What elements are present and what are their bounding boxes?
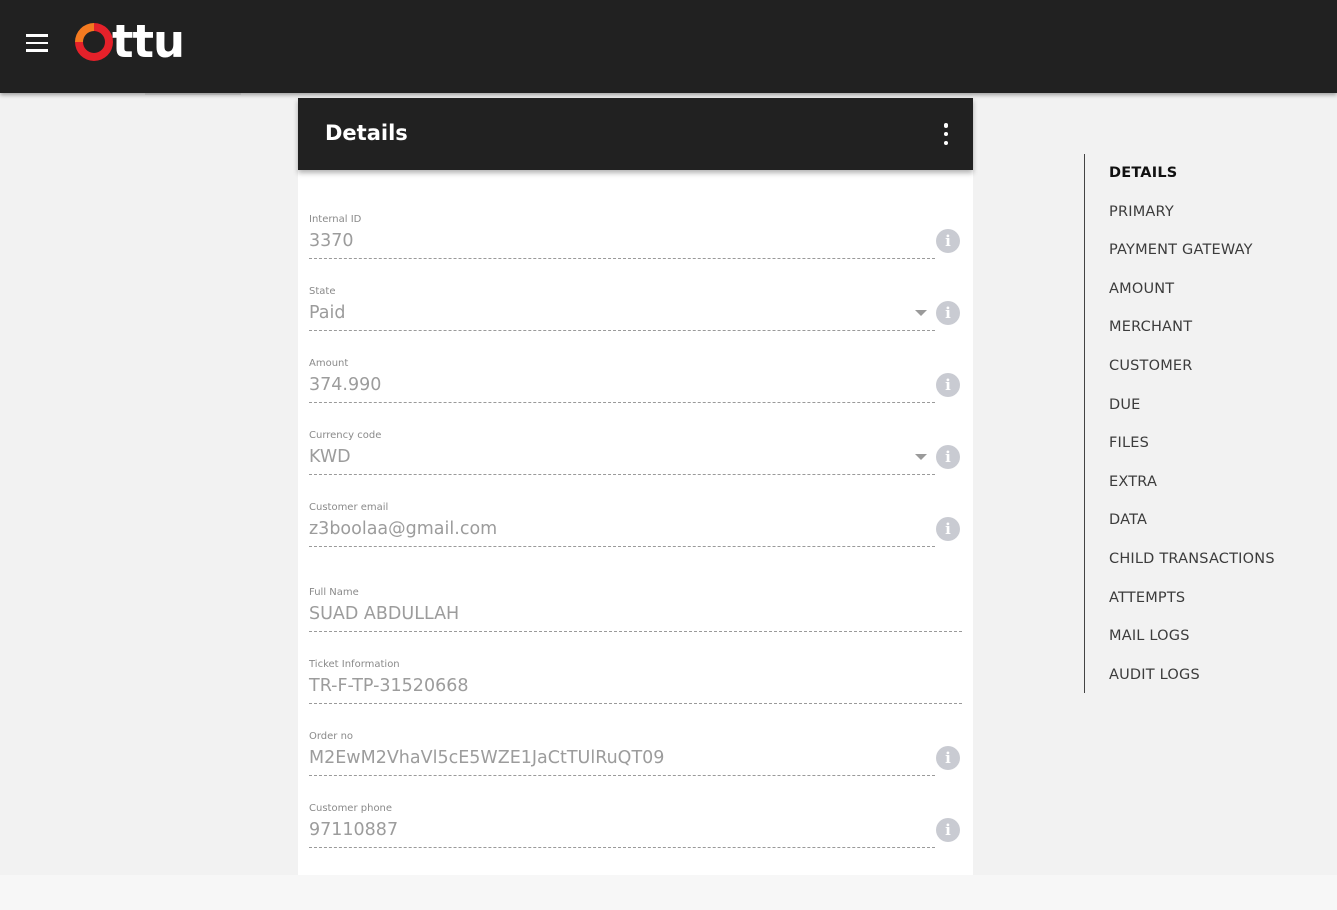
info-icon[interactable]: i bbox=[936, 517, 960, 541]
nav-item-files[interactable]: FILES bbox=[1109, 433, 1149, 453]
nav-item-payment-gateway[interactable]: PAYMENT GATEWAY bbox=[1109, 240, 1253, 260]
input-value[interactable]: M2EwM2VhaVl5cE5WZE1JaCtTUlRuQT09 bbox=[309, 745, 664, 771]
nav-item-primary[interactable]: PRIMARY bbox=[1109, 202, 1174, 222]
field-label: Order no bbox=[309, 731, 354, 742]
form-field: State Paid i bbox=[309, 286, 962, 348]
form-field: Internal ID 3370 i bbox=[309, 214, 962, 276]
field-label: Customer phone bbox=[309, 803, 393, 814]
field-underline bbox=[309, 402, 935, 403]
input-value[interactable]: 3370 bbox=[309, 228, 354, 254]
field-underline bbox=[309, 847, 935, 848]
input-value[interactable]: 374.990 bbox=[309, 372, 381, 398]
field-underline bbox=[309, 546, 935, 547]
nav-item-details[interactable]: DETAILS bbox=[1109, 163, 1177, 183]
nav-item-mail-logs[interactable]: MAIL LOGS bbox=[1109, 626, 1190, 646]
info-icon[interactable]: i bbox=[936, 445, 960, 469]
select-value[interactable]: Paid bbox=[309, 300, 345, 326]
nav-item-extra[interactable]: EXTRA bbox=[1109, 472, 1157, 492]
top-app-bar: ttu bbox=[0, 0, 1337, 93]
field-label: Amount bbox=[309, 358, 349, 369]
field-underline bbox=[309, 330, 935, 331]
caret-down-icon[interactable] bbox=[915, 310, 927, 316]
form-field: Customer email z3boolaa@gmail.com i bbox=[309, 502, 962, 564]
form-field: Full Name SUAD ABDULLAH bbox=[309, 587, 962, 649]
nav-item-customer[interactable]: CUSTOMER bbox=[1109, 356, 1193, 376]
card-header: Details bbox=[298, 98, 973, 170]
input-value[interactable]: SUAD ABDULLAH bbox=[309, 601, 459, 627]
form-field: Currency code KWD i bbox=[309, 430, 962, 492]
field-label: Internal ID bbox=[309, 214, 362, 225]
field-label: State bbox=[309, 286, 336, 297]
select-value[interactable]: KWD bbox=[309, 444, 351, 470]
caret-down-icon[interactable] bbox=[915, 454, 927, 460]
form-field: Order no M2EwM2VhaVl5cE5WZE1JaCtTUlRuQT09… bbox=[309, 731, 962, 793]
input-value[interactable]: TR-F-TP-31520668 bbox=[309, 673, 468, 699]
field-underline bbox=[309, 703, 962, 704]
more-vertical-icon[interactable] bbox=[939, 123, 953, 145]
nav-item-data[interactable]: DATA bbox=[1109, 510, 1147, 530]
info-icon[interactable]: i bbox=[936, 301, 960, 325]
ottu-logo[interactable]: ttu bbox=[74, 18, 204, 66]
field-label: Customer email bbox=[309, 502, 389, 513]
info-icon[interactable]: i bbox=[936, 373, 960, 397]
input-value[interactable]: 97110887 bbox=[309, 817, 398, 843]
details-card: Details Internal ID 3370 i State Paid i Amount… bbox=[298, 98, 973, 875]
nav-item-audit-logs[interactable]: AUDIT LOGS bbox=[1109, 665, 1200, 685]
form-field: Amount 374.990 i bbox=[309, 358, 962, 420]
info-icon[interactable]: i bbox=[936, 746, 960, 770]
nav-item-attempts[interactable]: ATTEMPTS bbox=[1109, 588, 1185, 608]
section-nav: DETAILS PRIMARY PAYMENT GATEWAY AMOUNT MERCH… bbox=[1084, 154, 1314, 693]
info-icon[interactable]: i bbox=[936, 229, 960, 253]
input-value[interactable]: z3boolaa@gmail.com bbox=[309, 516, 497, 542]
field-underline bbox=[309, 474, 935, 475]
nav-item-child-transactions[interactable]: CHILD TRANSACTIONS bbox=[1109, 549, 1275, 569]
field-underline bbox=[309, 258, 935, 259]
field-underline bbox=[309, 631, 962, 632]
card-title: Details bbox=[325, 121, 408, 145]
field-label: Full Name bbox=[309, 587, 359, 598]
form-field: Customer phone 97110887 i bbox=[309, 803, 962, 865]
nav-item-merchant[interactable]: MERCHANT bbox=[1109, 317, 1192, 337]
form-field: Ticket Information TR-F-TP-31520668 bbox=[309, 659, 962, 721]
field-label: Currency code bbox=[309, 430, 382, 441]
info-icon[interactable]: i bbox=[936, 818, 960, 842]
nav-item-due[interactable]: DUE bbox=[1109, 395, 1141, 415]
nav-item-amount[interactable]: AMOUNT bbox=[1109, 279, 1174, 299]
field-underline bbox=[309, 775, 935, 776]
field-label: Ticket Information bbox=[309, 659, 400, 670]
logo-wordmark: ttu bbox=[112, 15, 185, 68]
hamburger-menu-icon[interactable] bbox=[24, 34, 50, 52]
page-footer bbox=[0, 875, 1337, 910]
logo-ring-icon bbox=[75, 23, 113, 61]
